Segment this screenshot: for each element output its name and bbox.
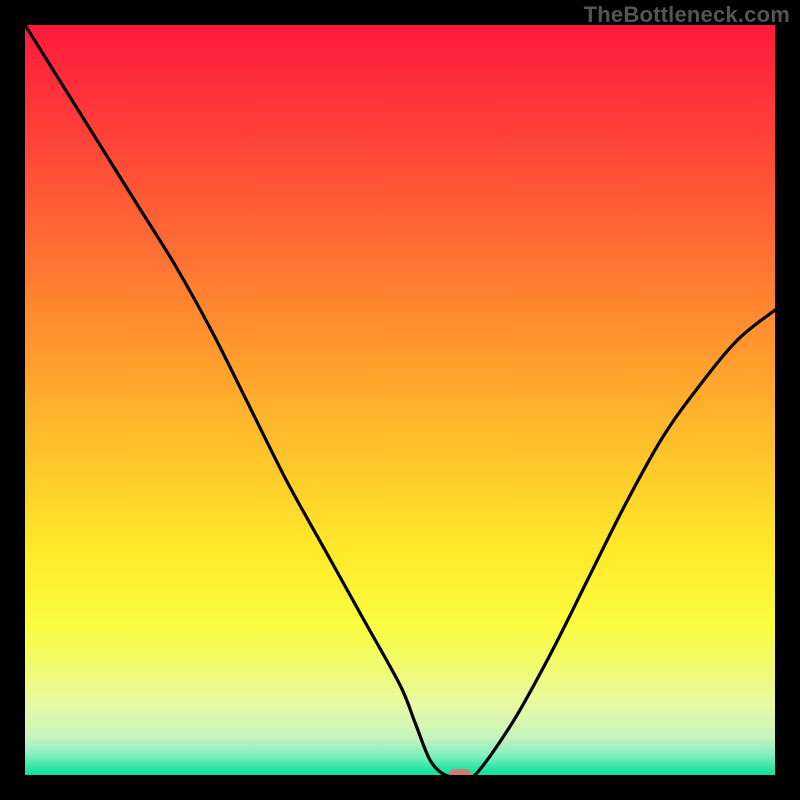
chart-frame: TheBottleneck.com: [0, 0, 800, 800]
optimal-marker: [449, 769, 471, 775]
plot-area: [25, 25, 775, 775]
gradient-background: [25, 25, 775, 775]
chart-svg: [25, 25, 775, 775]
watermark-text: TheBottleneck.com: [584, 2, 790, 28]
